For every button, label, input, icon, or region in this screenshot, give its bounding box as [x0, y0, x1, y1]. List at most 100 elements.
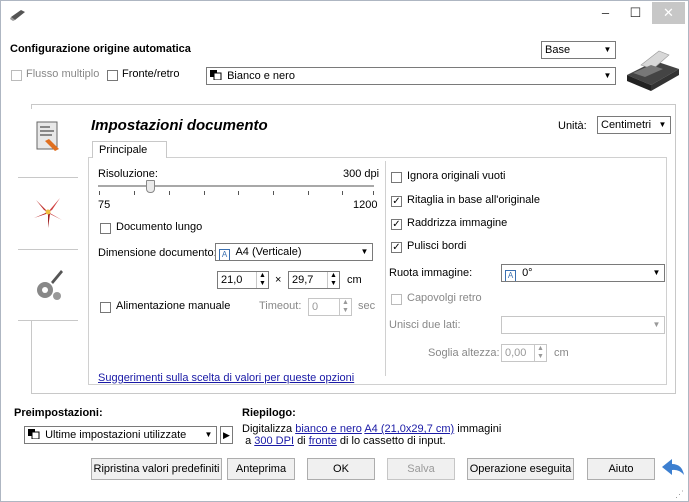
times-sign: × — [275, 274, 282, 286]
units-label: Unità: — [558, 120, 587, 132]
source-title: Configurazione origine automatica — [10, 43, 191, 55]
help-button[interactable]: Aiuto — [587, 458, 655, 480]
summary-part: di — [297, 435, 306, 447]
mode-select-value: Base — [545, 44, 571, 56]
spin-arrows-icon[interactable]: ▲ ▼ — [339, 299, 351, 315]
rotate-label: Ruota immagine: — [389, 267, 473, 279]
flusso-checkbox[interactable] — [11, 70, 22, 81]
scanner-app-icon — [10, 10, 25, 21]
summary-part: Digitalizza — [242, 423, 293, 435]
resolution-slider-thumb[interactable] — [146, 180, 156, 193]
tab-image-settings[interactable] — [18, 177, 78, 249]
flusso-label: Flusso multiplo — [26, 68, 100, 80]
fronte-retro-checkbox[interactable] — [107, 70, 118, 81]
document-size-value: A4 (Verticale) — [235, 246, 302, 258]
ok-button[interactable]: OK — [307, 458, 375, 480]
width-stepper[interactable]: 21,0 ▲ ▼ — [217, 271, 269, 289]
straighten-label: Raddrizza immagine — [407, 217, 508, 229]
document-size-select[interactable]: A A4 (Verticale) ▼ — [215, 243, 373, 261]
tips-link[interactable]: Suggerimenti sulla scelta di valori per … — [98, 372, 354, 384]
document-size-label: Dimensione documento: — [98, 247, 217, 259]
summary-text: Digitalizza bianco e nero A4 (21,0x29,7 … — [242, 423, 501, 447]
tab-device-settings[interactable] — [18, 249, 78, 321]
document-settings-heading: Impostazioni documento — [91, 117, 268, 134]
clean-edges-label: Pulisci bordi — [407, 240, 467, 252]
ignore-blank-checkbox[interactable] — [391, 172, 402, 183]
close-button[interactable]: ✕ — [652, 2, 685, 24]
rotate-select[interactable]: A 0° ▼ — [501, 264, 665, 282]
chevron-down-icon: ▼ — [204, 430, 213, 439]
clean-edges-checkbox[interactable]: ✓ — [391, 242, 402, 253]
color-mode-select[interactable]: Bianco e nero ▼ — [206, 67, 616, 85]
spin-arrows-icon[interactable]: ▲ ▼ — [327, 272, 339, 288]
mode-select[interactable]: Base ▼ — [541, 41, 616, 59]
chevron-down-icon: ▼ — [603, 45, 612, 54]
long-document-checkbox[interactable] — [100, 223, 111, 234]
flip-back-checkbox[interactable] — [391, 294, 402, 305]
fronte-retro-label: Fronte/retro — [122, 68, 180, 80]
flip-back-label: Capovolgi retro — [407, 292, 482, 304]
resolution-slider-track[interactable] — [98, 185, 374, 187]
slider-tick — [273, 191, 274, 195]
tools-icon — [37, 270, 63, 300]
column-divider — [385, 161, 386, 376]
height-threshold-value: 0,00 — [505, 347, 527, 359]
summary-color-link[interactable]: bianco e nero — [295, 423, 362, 435]
summary-size-link[interactable]: A4 (21,0x29,7 cm) — [364, 423, 454, 435]
timeout-stepper[interactable]: 0 ▲ ▼ — [308, 298, 352, 316]
height-value: 29,7 — [292, 274, 314, 286]
slider-tick — [373, 191, 374, 195]
resize-grip-icon[interactable]: ⋰ — [675, 489, 684, 500]
spin-arrows-icon[interactable]: ▲ ▼ — [256, 272, 268, 288]
resolution-min: 75 — [98, 199, 111, 211]
timeout-label: Timeout: — [259, 300, 302, 312]
preview-button[interactable]: Anteprima — [227, 458, 295, 480]
height-threshold-unit: cm — [554, 347, 569, 359]
width-value: 21,0 — [221, 274, 243, 286]
slider-tick — [99, 191, 100, 195]
chevron-down-icon: ▼ — [652, 320, 661, 329]
spin-arrows-icon[interactable]: ▲ ▼ — [534, 345, 546, 361]
reset-defaults-button[interactable]: Ripristina valori predefiniti — [91, 458, 222, 480]
tab-document-settings[interactable] — [18, 109, 78, 177]
maximize-button[interactable]: ☐ — [621, 2, 650, 24]
bw-mode-icon — [28, 428, 40, 440]
page-rotate-icon: A — [505, 270, 516, 281]
chevron-down-icon: ▼ — [360, 247, 369, 256]
summary-dpi-link[interactable]: 300 DPI — [254, 435, 294, 447]
merge-sides-label: Unisci due lati: — [389, 319, 461, 331]
save-button[interactable]: Salva — [387, 458, 455, 480]
slider-tick — [238, 191, 239, 195]
presets-select[interactable]: Ultime impostazioni utilizzate ▼ — [24, 426, 217, 444]
summary-part: a — [245, 435, 252, 447]
merge-sides-select[interactable]: ▼ — [501, 316, 665, 334]
long-document-label: Documento lungo — [116, 221, 203, 233]
summary-side-link[interactable]: fronte — [309, 435, 337, 447]
timeout-unit: sec — [358, 300, 376, 312]
resolution-max: 1200 — [353, 199, 378, 211]
done-button[interactable]: Operazione eseguita — [467, 458, 574, 480]
manual-feed-checkbox[interactable] — [100, 302, 111, 313]
height-stepper[interactable]: 29,7 ▲ ▼ — [288, 271, 340, 289]
straighten-checkbox[interactable]: ✓ — [391, 219, 402, 230]
units-value: Centimetri — [601, 119, 652, 131]
slider-tick — [342, 191, 343, 195]
tab-principale[interactable]: Principale — [92, 141, 167, 158]
preset-menu-button[interactable]: ▶ — [220, 426, 233, 444]
scanner-device-icon — [627, 50, 679, 91]
crop-label: Ritaglia in base all'originale — [407, 194, 540, 206]
crop-checkbox[interactable]: ✓ — [391, 196, 402, 207]
flower-icon — [34, 198, 62, 228]
units-select[interactable]: Centimetri ▼ — [597, 116, 671, 134]
slider-tick — [134, 191, 135, 195]
height-threshold-stepper[interactable]: 0,00 ▲ ▼ — [501, 344, 547, 362]
title-bar: ‒ ☐ ✕ — [1, 1, 688, 31]
back-arrow-icon[interactable] — [660, 457, 686, 479]
minimize-button[interactable]: ‒ — [591, 2, 620, 24]
timeout-value: 0 — [312, 301, 319, 313]
summary-label: Riepilogo: — [242, 407, 296, 419]
presets-value: Ultime impostazioni utilizzate — [45, 429, 187, 441]
resolution-label: Risoluzione: — [98, 168, 158, 180]
summary-part: immagini — [457, 423, 502, 435]
rotate-value: 0° — [522, 267, 533, 279]
